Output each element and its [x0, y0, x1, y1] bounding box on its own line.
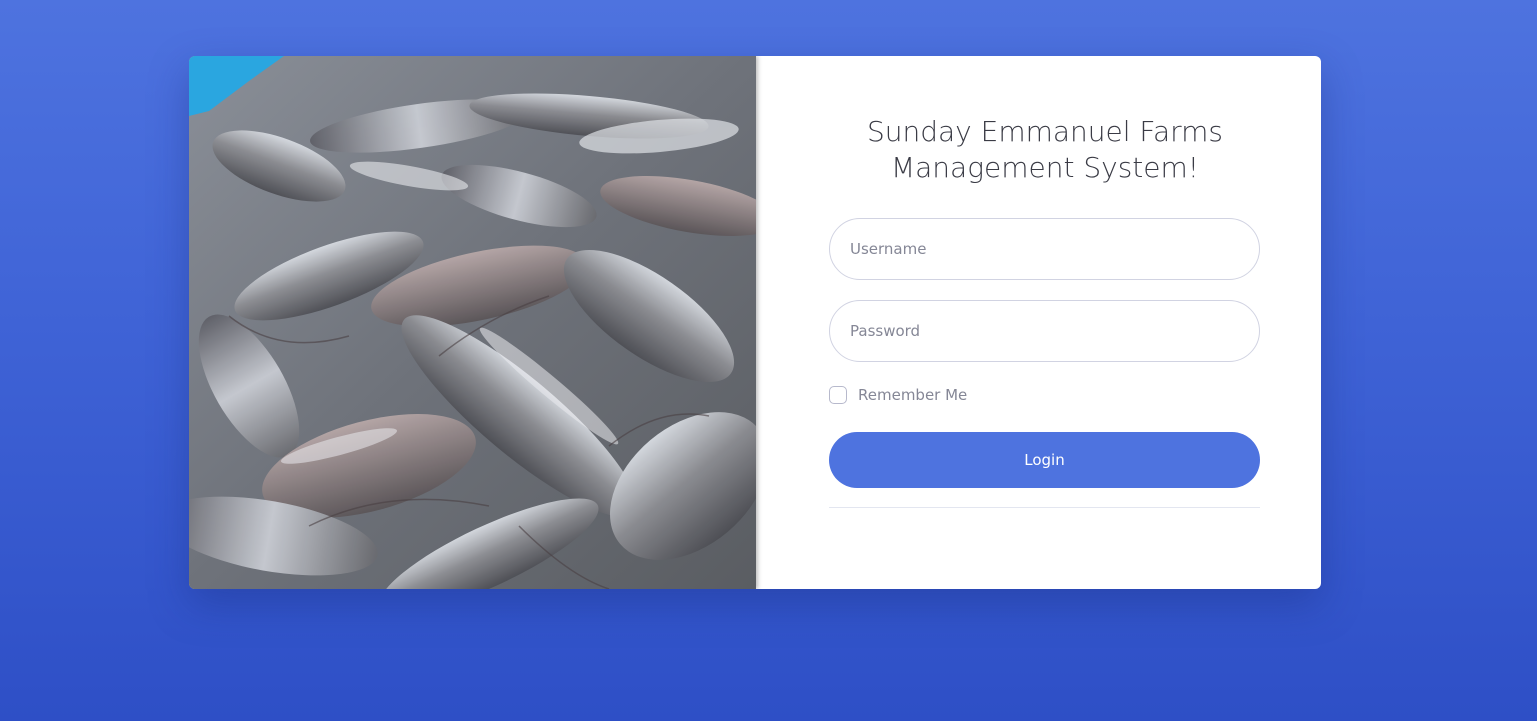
title-line-2: Management System!	[890, 151, 1199, 184]
divider	[829, 507, 1260, 508]
remember-me-row[interactable]: Remember Me	[829, 386, 967, 404]
page-title: Sunday Emmanuel Farms Management System!	[829, 114, 1261, 186]
username-input[interactable]	[829, 218, 1260, 280]
title-line-1: Sunday Emmanuel Farms	[866, 115, 1224, 148]
catfish-image	[189, 56, 756, 589]
password-input[interactable]	[829, 300, 1260, 362]
remember-me-label[interactable]: Remember Me	[858, 386, 967, 404]
login-card: Sunday Emmanuel Farms Management System!…	[189, 56, 1321, 589]
login-form: Sunday Emmanuel Farms Management System!…	[756, 56, 1321, 589]
login-button[interactable]: Login	[829, 432, 1260, 488]
remember-me-checkbox[interactable]	[829, 386, 847, 404]
